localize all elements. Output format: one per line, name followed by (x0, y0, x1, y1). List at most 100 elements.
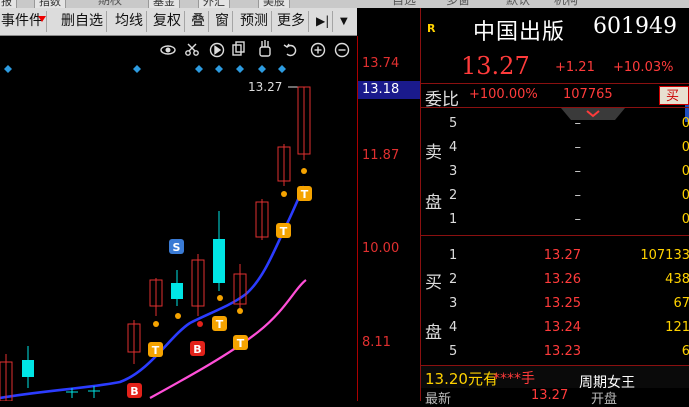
orange-dot (281, 191, 287, 197)
buy-button[interactable]: 买 (659, 86, 689, 105)
order-ratio-label: 委比 (425, 90, 459, 110)
expand-right-icon[interactable]: ▶| (313, 11, 334, 32)
buy-row[interactable]: 2 13.26 438 (421, 268, 689, 292)
price-axis: 13.74 13.18 11.87 10.00 8.11 (358, 36, 420, 401)
buy-orders: 买 盘 1 13.27 107133 2 13.26 438 3 13.25 6… (421, 236, 689, 366)
sell-row[interactable]: 5 – 0 (421, 112, 689, 136)
level: 3 (449, 296, 458, 311)
axis-current-price: 13.18 (358, 81, 420, 99)
sell-row[interactable]: 3 – 0 (421, 160, 689, 184)
forecast-button[interactable]: 预测 (237, 11, 272, 32)
volume: 0 (681, 164, 689, 179)
event-diamond (258, 65, 266, 73)
price: 13.24 (543, 320, 581, 335)
level: 4 (449, 140, 458, 155)
red-dot (197, 321, 203, 327)
moving-average-button[interactable]: 均线 (112, 11, 147, 32)
volume: 0 (681, 116, 689, 131)
price-row: 13.27 +1.21 +10.03% (421, 50, 689, 122)
last-row: 最新 13.27 开盘 (421, 388, 689, 407)
hand-icon[interactable] (259, 40, 271, 57)
level: 5 (449, 116, 458, 131)
sell-orders: 卖 盘 5 – 0 4 – 0 3 – 0 2 – 0 1 – 0 (421, 108, 689, 236)
axis-label: 8.11 (362, 335, 391, 350)
r-tag: R (427, 22, 436, 35)
tab-multi-window[interactable]: 多窗 (446, 0, 470, 7)
volume: 67 (673, 296, 689, 311)
marker-b: B (127, 383, 142, 398)
price: – (574, 140, 582, 155)
tab-fund[interactable]: 基金 (148, 0, 180, 8)
sell-row[interactable]: 1 – 0 (421, 208, 689, 232)
scissors-icon[interactable] (185, 43, 199, 56)
marker-t: T (148, 342, 163, 357)
top-tab-strip: 报 指数 期权 基金 外汇 美股 自选 多窗 默认 机构 (0, 0, 689, 8)
event-diamond (133, 65, 141, 73)
axis-label: 10.00 (362, 241, 400, 256)
candle (22, 346, 34, 388)
svg-text:T: T (280, 225, 288, 238)
buy-row[interactable]: 4 13.24 121 (421, 316, 689, 340)
kline-chart[interactable]: 13.27 S T T T T B B T (0, 36, 357, 402)
ma-blue-line (0, 185, 306, 400)
candle (149, 278, 163, 316)
sell-row[interactable]: 4 – 0 (421, 136, 689, 160)
candle (233, 264, 247, 311)
price: – (574, 116, 582, 131)
tab-options[interactable]: 期权 (98, 0, 122, 7)
play-icon[interactable] (209, 42, 225, 58)
price: 13.23 (543, 344, 581, 359)
more-button[interactable]: 更多 (274, 11, 309, 32)
buy-row[interactable]: 3 13.25 67 (421, 292, 689, 316)
dropdown-icon[interactable]: ▼ (337, 11, 351, 32)
tab-default[interactable]: 默认 (506, 0, 530, 7)
orange-dot (153, 321, 159, 327)
copy-icon[interactable] (232, 41, 245, 56)
high-price-label: 13.27 (248, 80, 282, 94)
order-ratio-volume: 107765 (563, 87, 613, 102)
svg-text:B: B (130, 385, 138, 398)
quote-panel: R 中国出版 601949 13.27 +1.21 +10.03% 委比 +10… (420, 8, 689, 407)
svg-text:S: S (173, 241, 181, 254)
adjust-rights-button[interactable]: 复权 (150, 11, 185, 32)
eye-icon[interactable] (160, 45, 176, 55)
order-ratio-value: +100.00% (469, 87, 538, 102)
zoom-in-icon[interactable] (310, 42, 326, 58)
level: 1 (449, 248, 458, 263)
price: 13.27 (543, 248, 581, 263)
tab-us-stocks[interactable]: 美股 (258, 0, 290, 8)
marker-b: B (190, 341, 205, 356)
buy-row[interactable]: 5 13.23 6 (421, 340, 689, 364)
sell-row[interactable]: 2 – 0 (421, 184, 689, 208)
window-button[interactable]: 窗 (212, 11, 233, 32)
undo-icon[interactable] (283, 43, 297, 57)
stock-code: 601949 (593, 14, 677, 39)
delete-watchlist-button[interactable]: 删自选 (58, 11, 107, 32)
candle (255, 199, 269, 240)
tab-watchlist[interactable]: 自选 (392, 0, 416, 7)
marker-t: T (233, 335, 248, 350)
orange-dot (301, 168, 307, 174)
orange-dot (175, 313, 181, 319)
overlay-button[interactable]: 叠 (188, 11, 209, 32)
volume: 107133 (640, 248, 689, 263)
candle (0, 354, 13, 402)
tab-institution[interactable]: 机构 (554, 0, 578, 7)
tab-index[interactable]: 指数 (34, 0, 66, 8)
price: – (574, 164, 582, 179)
volume: 438 (665, 272, 689, 287)
zoom-out-icon[interactable] (334, 42, 350, 58)
candle (171, 270, 183, 306)
event-diamond (236, 65, 244, 73)
orange-dot (217, 295, 223, 301)
tab-forex[interactable]: 外汇 (198, 0, 230, 8)
level: 1 (449, 212, 458, 227)
last-tail: 开盘 (591, 392, 618, 407)
volume: 0 (681, 140, 689, 155)
candle (277, 144, 291, 186)
tab-bao[interactable]: 报 (0, 0, 17, 8)
buy-row[interactable]: 1 13.27 107133 (421, 244, 689, 268)
volume: 0 (681, 212, 689, 227)
volume: 121 (665, 320, 689, 335)
chart-toolbar: 事件件 删自选 均线 复权 叠 窗 预测 更多 ▶| ▼ (0, 8, 357, 36)
